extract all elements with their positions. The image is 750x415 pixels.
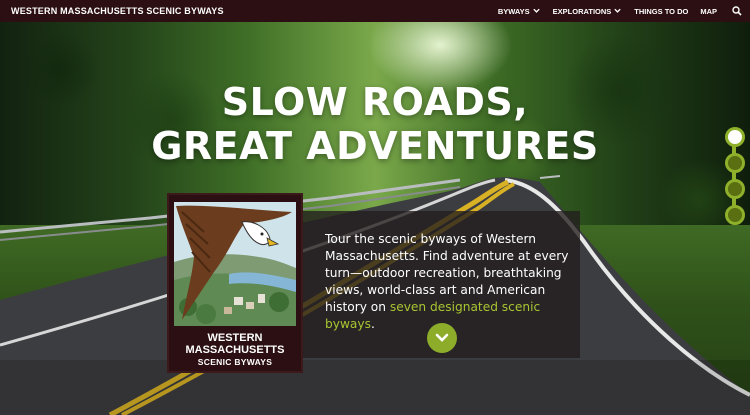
chevron-down-icon [532,8,540,13]
chevron-down-icon [435,333,449,342]
nav-byways[interactable]: BYWAYS [498,7,541,16]
nav-map-label: MAP [700,6,717,16]
slide-dot-4[interactable] [725,205,745,225]
intro-period: . [370,317,375,331]
nav-things-to-do-label: THINGS TO DO [634,6,689,16]
search-icon[interactable] [732,6,742,16]
logo-line1: WESTERN [207,332,263,344]
slide-dot-1[interactable] [725,127,745,147]
chevron-down-icon [614,8,621,13]
logo-line2: MASSACHUSETTS [185,344,285,356]
nav-byways-label: BYWAYS [497,6,530,16]
scroll-down-button[interactable] [427,323,457,353]
nav-explorations[interactable]: EXPLORATIONS [553,7,623,16]
site-title[interactable]: WESTERN MASSACHUSETTS SCENIC BYWAYS [11,6,224,16]
main-nav: BYWAYS EXPLORATIONS THINGS TO DO MAP [486,6,742,16]
scenic-byways-logo[interactable]: WESTERN MASSACHUSETTS SCENIC BYWAYS [167,193,303,373]
logo-line3: SCENIC BYWAYS [197,357,273,367]
nav-things-to-do[interactable]: THINGS TO DO [634,7,688,16]
hero-headline-line1: SLOW ROADS, [221,80,529,124]
hero-headline-line2: GREAT ADVENTURES [151,124,599,168]
top-navigation-bar: WESTERN MASSACHUSETTS SCENIC BYWAYS BYWA… [0,0,750,22]
slide-dot-2[interactable] [725,153,745,173]
nav-map[interactable]: MAP [700,7,717,16]
slide-pagination [725,127,745,225]
nav-explorations-label: EXPLORATIONS [552,6,612,16]
intro-text: Tour the scenic byways of Western Massac… [325,231,577,333]
slide-dot-3[interactable] [725,179,745,199]
eagle-illustration [174,202,296,326]
